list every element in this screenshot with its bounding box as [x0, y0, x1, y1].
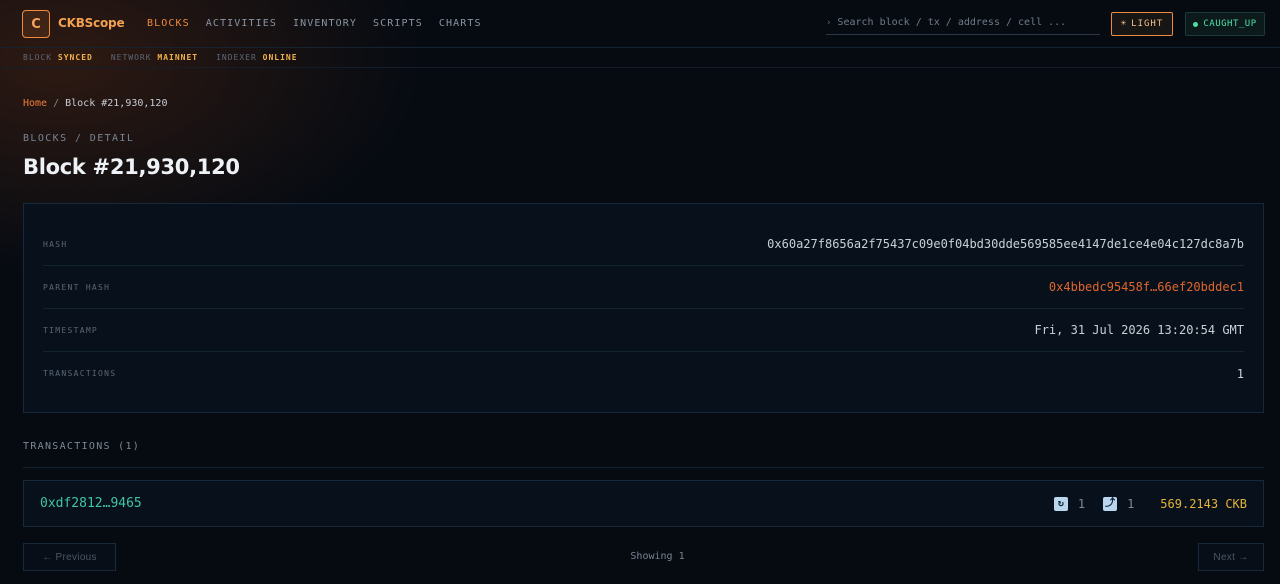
status-indexer-label: INDEXER [216, 53, 257, 62]
search-input[interactable] [837, 17, 1093, 28]
status-network-value: MAINNET [157, 53, 199, 62]
block-detail-card: HASH 0x60a27f8656a2f75437c09e0f04bd30dde… [23, 203, 1264, 413]
status-block-label: BLOCK [23, 53, 53, 62]
transaction-row: 0xdf2812…9465 ↻ 1 ⤴ 1 569.2143 CKB [23, 480, 1264, 527]
status-block-value: SYNCED [57, 53, 93, 62]
transactions-heading: TRANSACTIONS (1) [23, 441, 141, 452]
status-indexer: INDEXER ONLINE [216, 53, 297, 62]
nav-scripts[interactable]: SCRIPTS [373, 18, 423, 29]
top-bar: C CKBScope BLOCKS ACTIVITIES INVENTORY S… [0, 0, 1280, 48]
status-network: NETWORK MAINNET [111, 53, 198, 62]
parent-hash-link[interactable]: 0x4bbedc95458f…66ef20bddec1 [1049, 280, 1244, 294]
status-bar: BLOCK SYNCED NETWORK MAINNET INDEXER ONL… [0, 48, 1280, 68]
divider [23, 467, 1264, 468]
nav-charts[interactable]: CHARTS [439, 18, 482, 29]
status-dot-icon [1193, 21, 1199, 27]
page-eyebrow: BLOCKS / DETAIL [23, 133, 135, 144]
theme-toggle-button[interactable]: ☀ LIGHT [1111, 12, 1173, 36]
breadcrumb-separator: / [53, 98, 60, 109]
detail-label: HASH [43, 239, 68, 249]
sync-status-label: CAUGHT_UP [1203, 19, 1257, 29]
transactions-count-value: 1 [1236, 366, 1244, 381]
detail-label: PARENT HASH [43, 282, 111, 292]
next-page-button[interactable]: Next → [1198, 543, 1264, 571]
main-nav: BLOCKS ACTIVITIES INVENTORY SCRIPTS CHAR… [147, 18, 482, 29]
inputs-count: 1 [1077, 496, 1086, 511]
outputs-icon: ⤴ [1103, 496, 1118, 511]
app-name[interactable]: CKBScope [58, 16, 125, 30]
search-bar: › [826, 11, 1100, 35]
outputs-count: 1 [1127, 496, 1135, 511]
transaction-hash-link[interactable]: 0xdf2812…9465 [40, 496, 142, 511]
detail-label: TRANSACTIONS [43, 369, 117, 378]
transaction-amount: 569.2143 CKB [1160, 496, 1247, 511]
breadcrumb-home-link[interactable]: Home [23, 98, 47, 109]
nav-activities[interactable]: ACTIVITIES [206, 18, 277, 29]
nav-blocks[interactable]: BLOCKS [147, 18, 190, 29]
detail-row-hash: HASH 0x60a27f8656a2f75437c09e0f04bd30dde… [43, 223, 1244, 266]
inputs-icon: ↻ [1053, 496, 1068, 511]
detail-row-timestamp: TIMESTAMP Fri, 31 Jul 2026 13:20:54 GMT [43, 309, 1244, 352]
breadcrumb: Home / Block #21,930,120 [23, 98, 167, 109]
breadcrumb-current: Block #21,930,120 [65, 98, 168, 109]
status-block: BLOCK SYNCED [23, 53, 93, 62]
sync-status-badge: CAUGHT_UP [1185, 12, 1265, 36]
detail-row-parent-hash: PARENT HASH 0x4bbedc95458f…66ef20bddec1 [43, 266, 1244, 309]
logo-icon[interactable]: C [22, 10, 50, 38]
page-title: Block #21,930,120 [23, 155, 240, 179]
status-indexer-value: ONLINE [262, 53, 298, 62]
block-hash-value: 0x60a27f8656a2f75437c09e0f04bd30dde56958… [767, 237, 1244, 251]
nav-inventory[interactable]: INVENTORY [293, 18, 357, 29]
detail-label: TIMESTAMP [43, 325, 99, 335]
previous-page-button[interactable]: ← Previous [23, 543, 116, 571]
pagination-status: Showing 1 [630, 551, 685, 562]
detail-row-transactions: TRANSACTIONS 1 [43, 352, 1244, 395]
transaction-summary: ↻ 1 ⤴ 1 569.2143 CKB [1053, 496, 1247, 511]
status-network-label: NETWORK [110, 53, 152, 62]
sun-icon: ☀ [1120, 19, 1128, 29]
timestamp-value: Fri, 31 Jul 2026 13:20:54 GMT [1034, 323, 1244, 337]
chevron-right-icon: › [826, 17, 832, 28]
theme-toggle-label: LIGHT [1131, 19, 1164, 29]
